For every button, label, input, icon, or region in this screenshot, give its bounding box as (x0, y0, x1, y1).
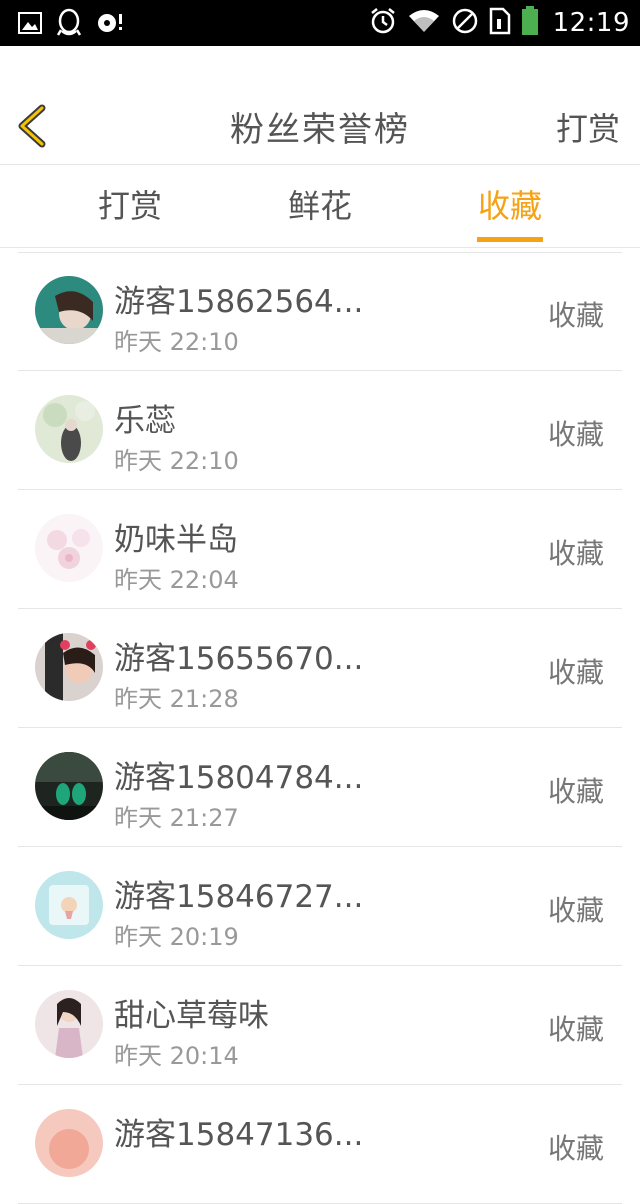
sim-card-icon (489, 7, 511, 39)
music-icon (96, 11, 126, 39)
timestamp: 昨天 22:10 (114, 328, 239, 356)
list-item[interactable]: 乐蕊 昨天 22:10 收藏 (18, 371, 622, 490)
user-name: 奶味半岛 (114, 522, 238, 558)
active-tab-indicator (477, 237, 543, 242)
tab-reward[interactable]: 打赏 (60, 165, 200, 247)
user-name: 乐蕊 (114, 403, 176, 439)
avatar (35, 752, 103, 820)
battery-icon (521, 6, 539, 40)
avatar (35, 990, 103, 1058)
wifi-icon (407, 8, 441, 38)
status-bar: 12:19 (0, 0, 640, 46)
avatar (35, 1109, 103, 1177)
list-item[interactable]: 奶味半岛 昨天 22:04 收藏 (18, 490, 622, 609)
list-item[interactable]: 游客15846727... 昨天 20:19 收藏 (18, 847, 622, 966)
user-name: 游客15862564... (114, 284, 364, 320)
favorite-label: 收藏 (547, 1132, 604, 1165)
page-title: 粉丝荣誉榜 (230, 110, 410, 150)
tab-flowers[interactable]: 鲜花 (250, 165, 390, 247)
favorite-label: 收藏 (547, 894, 604, 927)
favorite-label: 收藏 (547, 537, 604, 570)
tab-bar: 打赏 鲜花 收藏 (0, 165, 640, 248)
favorite-label: 收藏 (547, 299, 604, 332)
timestamp: 昨天 20:14 (114, 1042, 239, 1070)
user-name: 游客15804784... (114, 760, 364, 796)
favorite-label: 收藏 (547, 775, 604, 808)
list-item[interactable]: 游客15862564... 昨天 22:10 收藏 (18, 252, 622, 371)
reward-button[interactable]: 打赏 (556, 104, 620, 150)
user-name: 甜心草莓味 (114, 998, 269, 1034)
tab-favorites[interactable]: 收藏 (440, 165, 580, 247)
avatar (35, 633, 103, 701)
avatar (35, 395, 103, 463)
alarm-icon (369, 7, 397, 39)
qq-icon (56, 8, 82, 42)
user-name: 游客15847136... (114, 1117, 364, 1153)
list-item[interactable]: 游客15804784... 昨天 21:27 收藏 (18, 728, 622, 847)
list-item[interactable]: 甜心草莓味 昨天 20:14 收藏 (18, 966, 622, 1085)
favorite-label: 收藏 (547, 1013, 604, 1046)
favorite-label: 收藏 (547, 656, 604, 689)
favorite-label: 收藏 (547, 418, 604, 451)
avatar (35, 276, 103, 344)
timestamp: 昨天 22:04 (114, 566, 239, 594)
timestamp: 昨天 21:28 (114, 685, 239, 713)
image-icon (18, 12, 42, 38)
timestamp: 昨天 21:27 (114, 804, 239, 832)
fan-list: 游客15862564... 昨天 22:10 收藏 乐蕊 昨天 22:10 收藏… (0, 252, 640, 1204)
list-item[interactable]: 游客15655670... 昨天 21:28 收藏 (18, 609, 622, 728)
user-name: 游客15655670... (114, 641, 364, 677)
avatar (35, 871, 103, 939)
user-name: 游客15846727... (114, 879, 364, 915)
clock: 12:19 (552, 8, 630, 38)
app-header: 粉丝荣誉榜 打赏 (0, 46, 640, 165)
timestamp: 昨天 22:10 (114, 447, 239, 475)
list-item[interactable]: 游客15847136... 收藏 (18, 1085, 622, 1204)
no-sim-icon (451, 7, 479, 39)
avatar (35, 514, 103, 582)
timestamp: 昨天 20:19 (114, 923, 239, 951)
